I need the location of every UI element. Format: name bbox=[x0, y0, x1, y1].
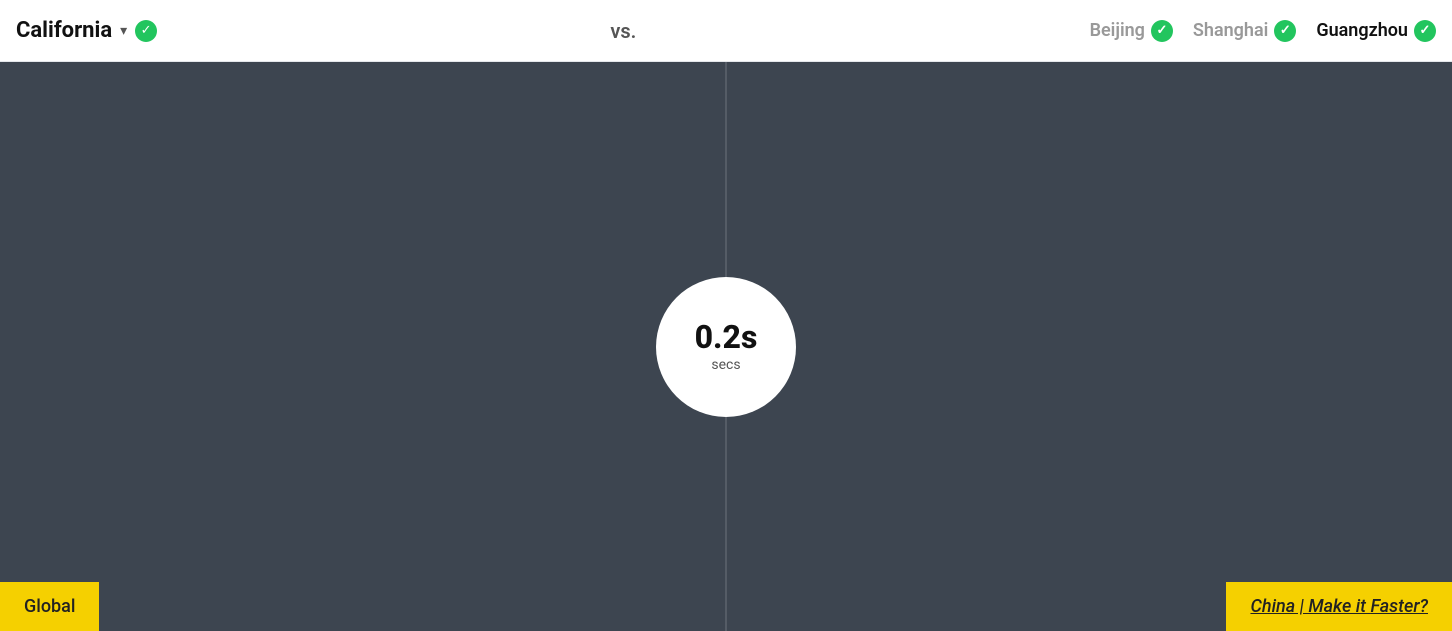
global-label[interactable]: Global bbox=[0, 582, 99, 631]
vs-label: vs. bbox=[610, 19, 636, 43]
guangzhou-label: Guangzhou bbox=[1316, 20, 1408, 41]
china-label[interactable]: China | Make it Faster? bbox=[1226, 582, 1452, 631]
global-label-text: Global bbox=[24, 596, 75, 617]
header-right: Beijing ✓ Shanghai ✓ Guangzhou ✓ bbox=[1090, 20, 1436, 42]
time-badge: 0.2s secs bbox=[656, 277, 796, 417]
time-value: 0.2s bbox=[695, 320, 758, 355]
location-shanghai[interactable]: Shanghai ✓ bbox=[1193, 20, 1296, 42]
china-label-static: China | Make it bbox=[1250, 596, 1370, 617]
shanghai-check-icon: ✓ bbox=[1274, 20, 1296, 42]
location-guangzhou[interactable]: Guangzhou ✓ bbox=[1316, 20, 1436, 42]
china-label-suffix: ? bbox=[1420, 596, 1429, 617]
time-unit: secs bbox=[711, 357, 740, 373]
header-left: California ▾ ✓ bbox=[16, 18, 157, 43]
main-area: 0.2s secs Global China | Make it Faster? bbox=[0, 62, 1452, 631]
shanghai-label: Shanghai bbox=[1193, 20, 1268, 41]
guangzhou-check-icon: ✓ bbox=[1414, 20, 1436, 42]
california-check-icon: ✓ bbox=[135, 20, 157, 42]
chevron-down-icon[interactable]: ▾ bbox=[120, 23, 127, 39]
beijing-label: Beijing bbox=[1090, 20, 1145, 41]
china-label-link[interactable]: Faster bbox=[1370, 596, 1419, 617]
location-beijing[interactable]: Beijing ✓ bbox=[1090, 20, 1173, 42]
location-title: California bbox=[16, 18, 112, 43]
beijing-check-icon: ✓ bbox=[1151, 20, 1173, 42]
header: California ▾ ✓ vs. Beijing ✓ Shanghai ✓ … bbox=[0, 0, 1452, 62]
